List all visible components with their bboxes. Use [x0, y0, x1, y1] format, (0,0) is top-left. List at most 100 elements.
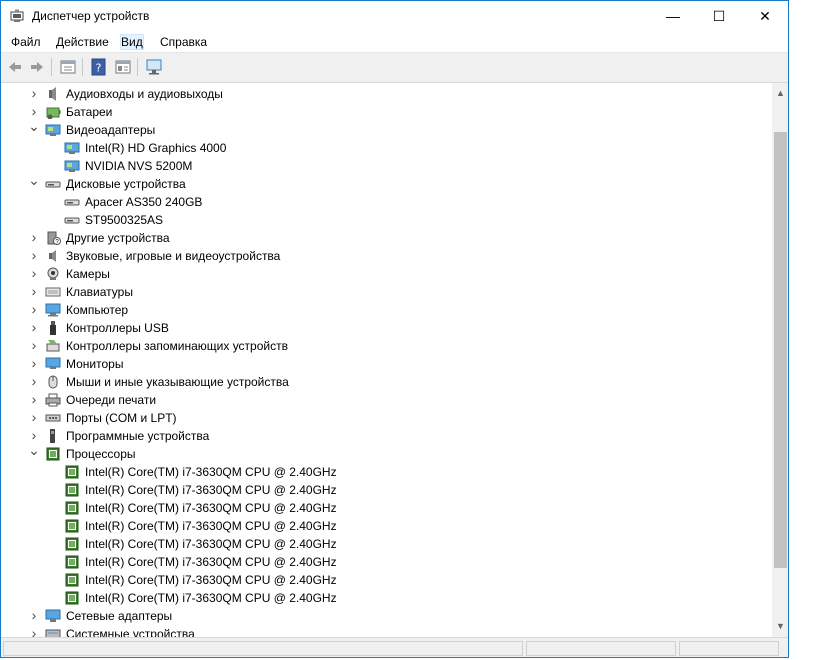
tree-device[interactable]: Intel(R) Core(TM) i7-3630QM CPU @ 2.40GH…	[1, 517, 772, 535]
chevron-right-icon[interactable]: ›	[26, 391, 42, 409]
tree-category[interactable]: ›? Другие устройства	[1, 229, 772, 247]
tree-device[interactable]: Apacer AS350 240GB	[1, 193, 772, 211]
tree-category[interactable]: › Порты (COM и LPT)	[1, 409, 772, 427]
display-adapter-icon	[64, 160, 80, 172]
tree-category[interactable]: › Камеры	[1, 265, 772, 283]
title-bar[interactable]: Диспетчер устройств — ☐ ✕	[1, 1, 788, 31]
chevron-right-icon[interactable]: ›	[26, 409, 42, 427]
tree-item-label: Контроллеры запоминающих устройств	[66, 339, 288, 353]
tree-device[interactable]: Intel(R) HD Graphics 4000	[1, 139, 772, 157]
chevron-right-icon[interactable]: ›	[26, 283, 42, 301]
tree-item-label: Intel(R) HD Graphics 4000	[85, 141, 227, 155]
tree-device[interactable]: Intel(R) Core(TM) i7-3630QM CPU @ 2.40GH…	[1, 463, 772, 481]
tree-item-label: Видеоадаптеры	[66, 123, 156, 137]
chevron-right-icon[interactable]: ›	[26, 337, 42, 355]
tree-category[interactable]: › Звуковые, игровые и видеоустройства	[1, 247, 772, 265]
tree-category[interactable]: ⌄ Дисковые устройства	[1, 173, 772, 193]
toolbar: ?	[1, 53, 788, 83]
processor-icon	[65, 501, 79, 515]
chevron-right-icon[interactable]: ›	[26, 625, 42, 637]
tree-item-label: Порты (COM и LPT)	[66, 411, 177, 425]
tree-category[interactable]: › Программные устройства	[1, 427, 772, 445]
tree-category[interactable]: › Системные устройства	[1, 625, 772, 637]
help-icon[interactable]: ?	[90, 58, 108, 76]
tree-device[interactable]: Intel(R) Core(TM) i7-3630QM CPU @ 2.40GH…	[1, 535, 772, 553]
tree-category[interactable]: › Аудиовходы и аудиовыходы	[1, 85, 772, 103]
chevron-right-icon[interactable]: ›	[26, 607, 42, 625]
processor-icon	[65, 555, 79, 569]
menu-help[interactable]: Справка	[160, 35, 207, 49]
sound-icon	[49, 250, 56, 262]
tree-category[interactable]: › Сетевые адаптеры	[1, 607, 772, 625]
tree-device[interactable]: Intel(R) Core(TM) i7-3630QM CPU @ 2.40GH…	[1, 589, 772, 607]
device-tree-view[interactable]: › Аудиовходы и аудиовыходы › Батареи ⌄ Видеоа…	[1, 83, 772, 637]
tree-category[interactable]: › Мониторы	[1, 355, 772, 373]
view-icon[interactable]	[114, 58, 132, 76]
scrollbar-thumb[interactable]	[774, 132, 787, 568]
tree-device[interactable]: Intel(R) Core(TM) i7-3630QM CPU @ 2.40GH…	[1, 553, 772, 571]
tree-category[interactable]: › Батареи	[1, 103, 772, 121]
vertical-scrollbar[interactable]: ▲ ▼	[772, 83, 788, 637]
forward-icon[interactable]	[28, 58, 46, 76]
tree-category[interactable]: › Клавиатуры	[1, 283, 772, 301]
tree-category[interactable]: › Контроллеры USB	[1, 319, 772, 337]
tree-category[interactable]: ⌄ Процессоры	[1, 443, 772, 463]
chevron-down-icon[interactable]: ⌄	[26, 443, 42, 463]
tree-device[interactable]: NVIDIA NVS 5200M	[1, 157, 772, 175]
tree-category[interactable]: ⌄ Видеоадаптеры	[1, 119, 772, 139]
chevron-down-icon[interactable]: ⌄	[26, 173, 42, 193]
chevron-right-icon[interactable]: ›	[26, 229, 42, 247]
back-icon[interactable]	[6, 58, 24, 76]
tree-item-label: NVIDIA NVS 5200M	[85, 159, 193, 173]
tree-item-label: Intel(R) Core(TM) i7-3630QM CPU @ 2.40GH…	[85, 555, 337, 569]
chevron-down-icon[interactable]: ⌄	[26, 119, 42, 139]
tree-category[interactable]: › Компьютер	[1, 301, 772, 319]
mouse-icon	[48, 375, 58, 389]
menu-view[interactable]: Вид	[120, 34, 144, 50]
tree-category[interactable]: › Мыши и иные указывающие устройства	[1, 373, 772, 391]
processor-icon	[65, 519, 79, 533]
toolbar-separator	[51, 58, 52, 76]
window-title: Диспетчер устройств	[32, 9, 150, 23]
processor-icon	[65, 591, 79, 605]
tree-item-label: Intel(R) Core(TM) i7-3630QM CPU @ 2.40GH…	[85, 537, 337, 551]
chevron-right-icon[interactable]: ›	[26, 301, 42, 319]
minimize-button[interactable]: —	[650, 1, 696, 31]
chevron-right-icon[interactable]: ›	[26, 85, 42, 103]
chevron-right-icon[interactable]: ›	[26, 247, 42, 265]
storage-controller-icon	[46, 340, 60, 352]
toolbar-separator	[82, 58, 83, 76]
tree-device[interactable]: Intel(R) Core(TM) i7-3630QM CPU @ 2.40GH…	[1, 571, 772, 589]
scroll-down-icon[interactable]: ▼	[772, 618, 788, 635]
tree-category[interactable]: › Контроллеры запоминающих устройств	[1, 337, 772, 355]
processor-icon	[65, 573, 79, 587]
menu-file[interactable]: Файл	[11, 35, 41, 49]
chevron-right-icon[interactable]: ›	[26, 319, 42, 337]
chevron-right-icon[interactable]: ›	[26, 265, 42, 283]
tree-item-label: Intel(R) Core(TM) i7-3630QM CPU @ 2.40GH…	[85, 519, 337, 533]
network-adapter-icon	[45, 609, 61, 622]
tree-item-label: Аудиовходы и аудиовыходы	[66, 87, 223, 101]
tree-category[interactable]: › Очереди печати	[1, 391, 772, 409]
tree-item-label: Звуковые, игровые и видеоустройства	[66, 249, 281, 263]
maximize-button[interactable]: ☐	[696, 1, 742, 31]
scroll-up-icon[interactable]: ▲	[772, 85, 788, 102]
tree-item-label: ST9500325AS	[85, 213, 164, 227]
close-button[interactable]: ✕	[742, 1, 788, 31]
tree-item-label: Дисковые устройства	[66, 177, 186, 191]
properties-icon[interactable]	[59, 58, 77, 76]
tree-item-label: Сетевые адаптеры	[66, 609, 173, 623]
processor-icon	[65, 483, 79, 497]
menu-action[interactable]: Действие	[56, 35, 109, 49]
chevron-right-icon[interactable]: ›	[26, 355, 42, 373]
tree-item-label: Мониторы	[66, 357, 124, 371]
keyboard-icon	[45, 287, 61, 297]
tree-device[interactable]: Intel(R) Core(TM) i7-3630QM CPU @ 2.40GH…	[1, 481, 772, 499]
chevron-right-icon[interactable]: ›	[26, 373, 42, 391]
scan-hardware-icon[interactable]	[145, 58, 163, 76]
tree-item-label: Intel(R) Core(TM) i7-3630QM CPU @ 2.40GH…	[85, 465, 337, 479]
tree-device[interactable]: Intel(R) Core(TM) i7-3630QM CPU @ 2.40GH…	[1, 499, 772, 517]
device-manager-window: Диспетчер устройств — ☐ ✕ Файл Действие …	[0, 0, 789, 658]
tree-device[interactable]: ST9500325AS	[1, 211, 772, 229]
tree-item-label: Программные устройства	[66, 429, 210, 443]
